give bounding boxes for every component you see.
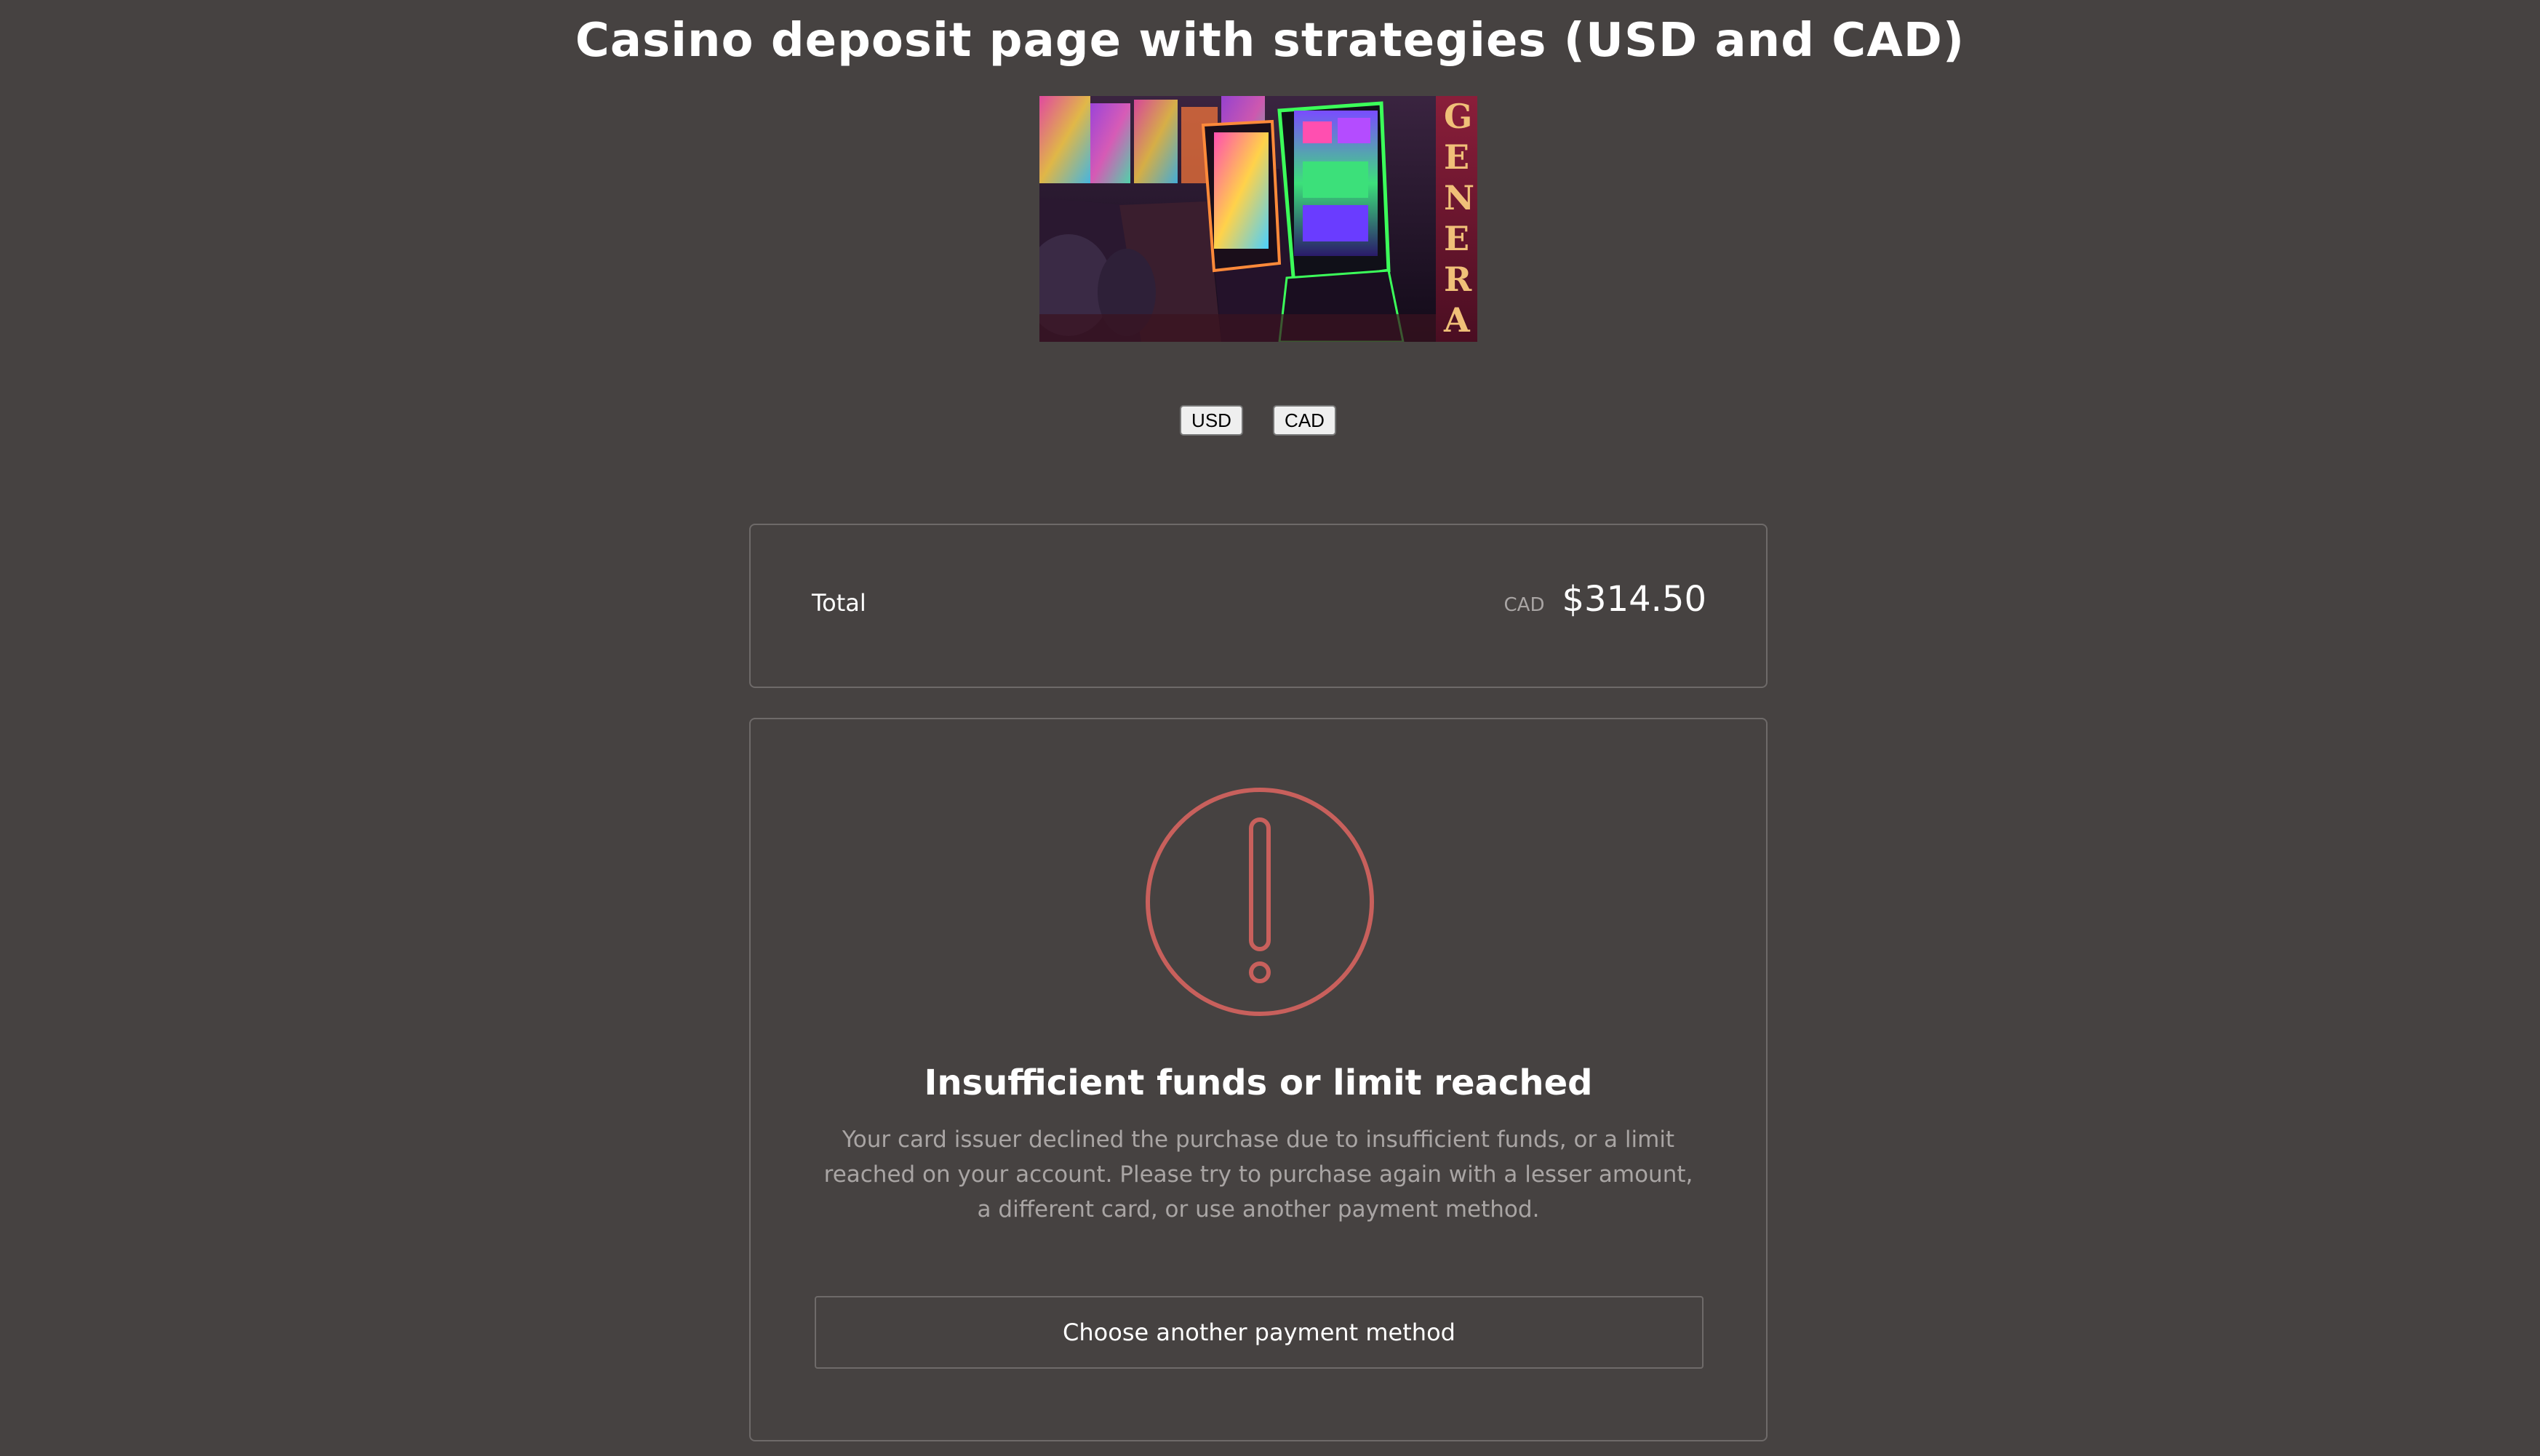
total-card: Total CAD $314.50 <box>749 524 1768 688</box>
currency-switcher: USD CAD <box>0 405 2540 436</box>
cad-button[interactable]: CAD <box>1273 405 1336 436</box>
sign-letter: E <box>1444 137 1469 177</box>
alert-circle-icon <box>1146 788 1374 1016</box>
total-label: Total <box>812 589 866 617</box>
sign-letter: N <box>1444 178 1474 217</box>
total-currency: CAD <box>1503 594 1545 616</box>
error-message: Your card issuer declined the purchase d… <box>823 1127 1693 1223</box>
error-title: Insufficient funds or limit reached <box>924 1063 1593 1103</box>
sign-letter: G <box>1444 97 1472 136</box>
page: Casino deposit page with strategies (USD… <box>0 0 2540 1456</box>
payment-error-card: Insufficient funds or limit reached Your… <box>749 718 1768 1441</box>
slot-machines-image: G E N E R A <box>1039 96 1477 342</box>
usd-button[interactable]: USD <box>1180 405 1243 436</box>
sign-letter: R <box>1444 260 1472 299</box>
total-amount: CAD $314.50 <box>1504 579 1706 620</box>
total-value: $314.50 <box>1562 579 1707 620</box>
choose-another-payment-method-button[interactable]: Choose another payment method <box>815 1296 1704 1369</box>
sign-letter: A <box>1443 300 1471 340</box>
page-title: Casino deposit page with strategies (USD… <box>575 14 1965 68</box>
sign-letter: E <box>1444 219 1469 258</box>
